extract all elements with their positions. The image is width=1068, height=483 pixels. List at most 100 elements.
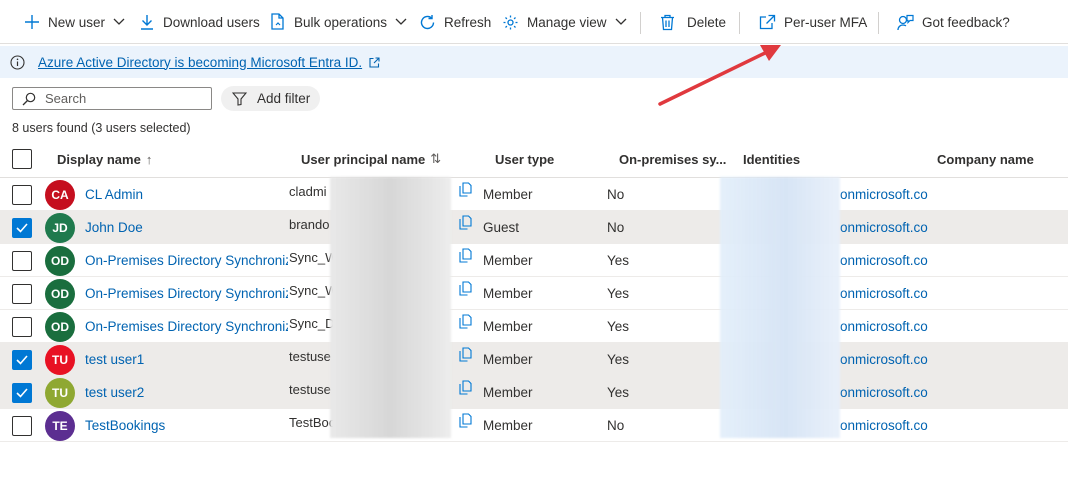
copy-icon[interactable] bbox=[459, 380, 472, 398]
row-checkbox[interactable] bbox=[12, 283, 32, 304]
toolbar-divider bbox=[878, 12, 879, 34]
user-display-name[interactable]: CL Admin bbox=[85, 187, 143, 202]
user-type: Member bbox=[483, 286, 533, 301]
delete-label: Delete bbox=[687, 14, 727, 30]
checkmark-icon bbox=[16, 354, 28, 365]
refresh-button[interactable]: Refresh bbox=[419, 0, 491, 44]
delete-button[interactable]: Delete bbox=[660, 0, 726, 44]
table-row[interactable]: TU test user2 testuse Member Yes onmicro… bbox=[0, 376, 1068, 409]
search-box[interactable] bbox=[12, 87, 212, 110]
add-filter-label: Add filter bbox=[257, 91, 311, 106]
table-row[interactable]: TE TestBookings TestBoo Member No onmicr… bbox=[0, 409, 1068, 442]
manage-view-button[interactable]: Manage view bbox=[502, 0, 627, 44]
row-checkbox[interactable] bbox=[12, 217, 32, 238]
user-type: Member bbox=[483, 319, 533, 334]
user-principal-name: Sync_D bbox=[289, 315, 333, 331]
new-user-button[interactable]: New user bbox=[24, 0, 125, 44]
external-link-icon bbox=[759, 14, 776, 30]
copy-icon[interactable] bbox=[459, 314, 472, 332]
on-premises-sync: No bbox=[607, 418, 625, 433]
identity-domain[interactable]: onmicrosoft.co bbox=[840, 418, 928, 433]
filter-icon bbox=[232, 91, 247, 106]
user-display-name[interactable]: On-Premises Directory Synchronization bbox=[85, 253, 288, 268]
identity-domain[interactable]: onmicrosoft.co bbox=[840, 319, 928, 334]
gear-icon bbox=[503, 15, 518, 29]
trash-icon bbox=[661, 14, 674, 30]
user-type: Member bbox=[483, 253, 533, 268]
user-type: Member bbox=[483, 385, 533, 400]
row-checkbox[interactable] bbox=[12, 349, 32, 370]
identity-domain[interactable]: onmicrosoft.co bbox=[840, 253, 928, 268]
copy-icon[interactable] bbox=[459, 215, 472, 233]
table-row[interactable]: JD John Doe brando Guest No onmicrosoft.… bbox=[0, 211, 1068, 244]
column-company-name-label: Company name bbox=[937, 151, 1034, 167]
feedback-button[interactable]: Got feedback? bbox=[897, 0, 1010, 44]
table-row[interactable]: OD On-Premises Directory Synchronization… bbox=[0, 244, 1068, 277]
plus-icon bbox=[25, 15, 39, 29]
feedback-person-icon bbox=[897, 14, 914, 30]
user-type: Member bbox=[483, 187, 533, 202]
identity-domain[interactable]: onmicrosoft.co bbox=[840, 385, 928, 400]
users-grid-header: Display name ↑ User principal name ⇅ Use… bbox=[0, 140, 1068, 178]
on-premises-sync: Yes bbox=[607, 319, 630, 334]
column-on-premises[interactable]: On-premises sy... bbox=[619, 140, 726, 178]
table-row[interactable]: OD On-Premises Directory Synchronization… bbox=[0, 277, 1068, 310]
column-upn[interactable]: User principal name ⇅ bbox=[301, 140, 441, 178]
table-row[interactable]: CA CL Admin cladmi Member No onmicrosoft… bbox=[0, 178, 1068, 211]
row-checkbox[interactable] bbox=[12, 415, 32, 436]
user-display-name[interactable]: On-Premises Directory Synchronization bbox=[85, 319, 288, 334]
table-row[interactable]: TU test user1 testuse Member Yes onmicro… bbox=[0, 343, 1068, 376]
feedback-label: Got feedback? bbox=[922, 14, 1010, 30]
info-banner: Azure Active Directory is becoming Micro… bbox=[0, 46, 1068, 78]
row-checkbox[interactable] bbox=[12, 184, 32, 205]
column-user-type[interactable]: User type bbox=[495, 140, 554, 178]
select-all-cell bbox=[12, 140, 32, 178]
bulk-operations-button[interactable]: Bulk operations bbox=[270, 0, 407, 44]
copy-icon[interactable] bbox=[459, 248, 472, 266]
select-all-checkbox[interactable] bbox=[12, 149, 32, 169]
user-principal-name: cladmi bbox=[289, 183, 327, 199]
user-type: Member bbox=[483, 418, 533, 433]
avatar: OD bbox=[45, 245, 75, 276]
column-company-name[interactable]: Company name bbox=[937, 140, 1034, 178]
column-identities[interactable]: Identities bbox=[743, 140, 800, 178]
row-checkbox[interactable] bbox=[12, 250, 32, 271]
on-premises-sync: Yes bbox=[607, 253, 630, 268]
search-icon bbox=[22, 92, 36, 105]
table-row[interactable]: OD On-Premises Directory Synchronization… bbox=[0, 310, 1068, 343]
new-user-label: New user bbox=[48, 14, 106, 30]
copy-icon[interactable] bbox=[459, 281, 472, 299]
entra-rename-link[interactable]: Azure Active Directory is becoming Micro… bbox=[38, 55, 362, 70]
column-upn-label: User principal name bbox=[301, 151, 426, 167]
sort-ascending-icon: ↑ bbox=[145, 151, 153, 167]
column-display-name[interactable]: Display name ↑ bbox=[57, 140, 152, 178]
chevron-down-icon bbox=[113, 18, 125, 25]
on-premises-sync: No bbox=[607, 220, 625, 235]
user-display-name[interactable]: On-Premises Directory Synchronization bbox=[85, 286, 288, 301]
add-filter-button[interactable]: Add filter bbox=[221, 86, 320, 111]
user-display-name[interactable]: TestBookings bbox=[85, 418, 165, 433]
search-input[interactable] bbox=[45, 91, 195, 106]
copy-icon[interactable] bbox=[459, 182, 472, 200]
user-display-name[interactable]: John Doe bbox=[85, 220, 143, 235]
per-user-mfa-button[interactable]: Per-user MFA bbox=[759, 0, 867, 44]
copy-icon[interactable] bbox=[459, 347, 472, 365]
column-identities-label: Identities bbox=[743, 151, 801, 167]
identity-domain[interactable]: onmicrosoft.co bbox=[840, 352, 928, 367]
avatar: JD bbox=[45, 212, 75, 243]
checkmark-icon bbox=[16, 222, 28, 233]
identity-domain[interactable]: onmicrosoft.co bbox=[840, 286, 928, 301]
avatar: TE bbox=[45, 410, 75, 441]
identity-domain[interactable]: onmicrosoft.co bbox=[840, 187, 928, 202]
chevron-down-icon bbox=[395, 18, 407, 25]
info-icon bbox=[10, 54, 25, 70]
identity-domain[interactable]: onmicrosoft.co bbox=[840, 220, 928, 235]
user-type: Member bbox=[483, 352, 533, 367]
row-checkbox[interactable] bbox=[12, 316, 32, 337]
row-checkbox[interactable] bbox=[12, 382, 32, 403]
avatar: TU bbox=[45, 344, 75, 375]
user-display-name[interactable]: test user2 bbox=[85, 385, 144, 400]
download-users-button[interactable]: Download users bbox=[139, 0, 260, 44]
user-display-name[interactable]: test user1 bbox=[85, 352, 144, 367]
copy-icon[interactable] bbox=[459, 413, 472, 431]
